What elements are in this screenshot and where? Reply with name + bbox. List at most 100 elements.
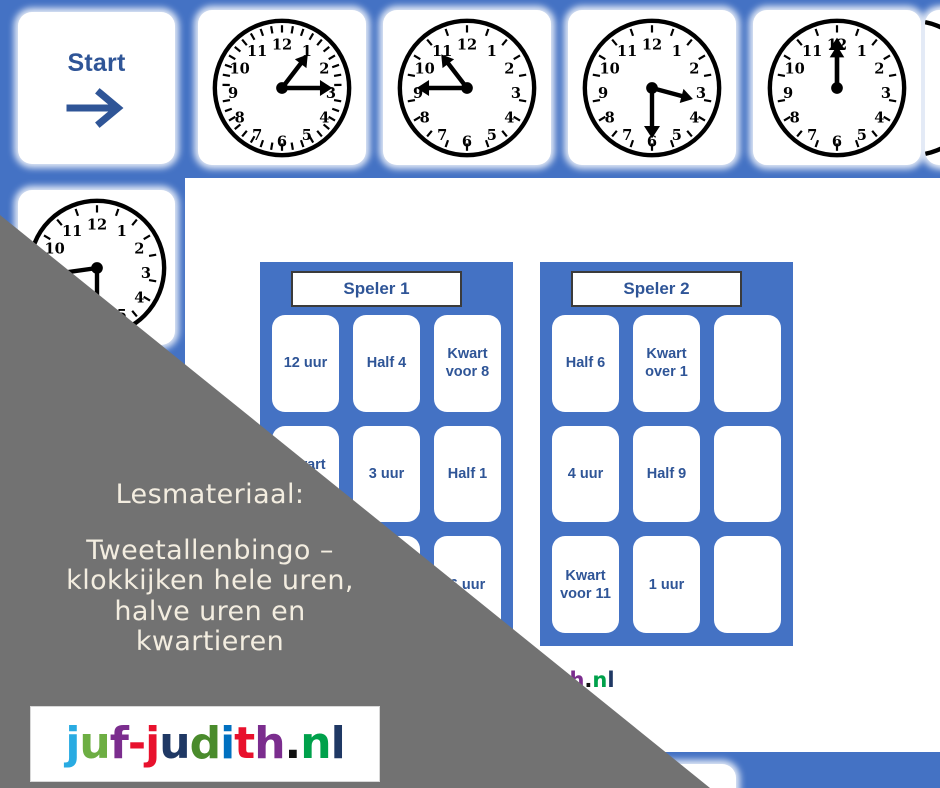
- logo-letter: h: [254, 718, 285, 769]
- bingo-cell[interactable]: Half 4: [353, 315, 420, 412]
- clock-card-1[interactable]: 12 1 2 345 678 9 10 11: [198, 10, 366, 165]
- bingo-cell-label: 1 uur: [648, 576, 685, 593]
- bingo-cell-label: Kwart voor 11: [560, 567, 611, 602]
- svg-text:2: 2: [504, 60, 514, 77]
- bingo-cell[interactable]: Half 9: [633, 425, 700, 523]
- clock-2: 12 1 2 345 678 9 10 11: [383, 10, 551, 165]
- svg-text:2: 2: [689, 60, 699, 77]
- svg-text:5: 5: [672, 126, 682, 143]
- logo-letter: t: [234, 718, 255, 769]
- svg-text:4: 4: [134, 289, 144, 306]
- logo-letter: f: [109, 718, 129, 769]
- logo-letter: j: [65, 718, 80, 769]
- bingo-title-speler-2: Speler 2: [571, 271, 742, 307]
- bingo-cell[interactable]: [714, 425, 781, 523]
- bingo-cell-label: Kwart voor 8: [445, 346, 490, 381]
- svg-text:3: 3: [881, 85, 891, 102]
- logo-letter: d: [189, 718, 221, 769]
- bingo-cell-label: Half 1: [447, 465, 488, 482]
- bingo-cell[interactable]: 12 uur: [272, 315, 339, 412]
- clock-4: 1212 345 678 91011: [753, 10, 921, 165]
- bingo-cell[interactable]: Kwart voor 11: [552, 536, 619, 633]
- svg-text:10: 10: [230, 60, 250, 77]
- svg-text:2: 2: [874, 60, 884, 77]
- logo-letter: j: [145, 718, 160, 769]
- svg-text:12: 12: [642, 36, 662, 53]
- bingo-cell-label: Half 6: [565, 355, 606, 372]
- start-card[interactable]: Start: [18, 12, 175, 164]
- bingo-cell[interactable]: Kwart voor 8: [434, 315, 501, 412]
- svg-text:7: 7: [252, 126, 262, 143]
- svg-text:7: 7: [437, 126, 447, 143]
- bingo-cell[interactable]: Half 6: [552, 315, 619, 412]
- bingo-title-label: Speler 1: [343, 279, 410, 298]
- clock-card-3[interactable]: 12 1 2 345 678 9 10 11: [568, 10, 736, 165]
- svg-text:7: 7: [622, 126, 632, 143]
- svg-text:7: 7: [807, 126, 817, 143]
- clock-face-icon: 1212 345 678 91011: [582, 18, 722, 157]
- logo-letter: n: [300, 718, 331, 769]
- svg-text:4: 4: [319, 109, 329, 126]
- clock-1: 12 1 2 345 678 9 10 11: [198, 10, 366, 165]
- logo-letter: u: [79, 718, 110, 769]
- svg-text:4: 4: [504, 109, 514, 126]
- svg-text:1: 1: [857, 42, 867, 59]
- svg-text:11: 11: [247, 42, 267, 59]
- svg-text:10: 10: [415, 60, 435, 77]
- svg-text:6: 6: [462, 133, 472, 150]
- clock-face-icon: 1212 345 678 91011: [767, 18, 907, 157]
- svg-text:5: 5: [302, 126, 312, 143]
- overlay-subject: Tweetallenbingo – klokkijken hele uren, …: [0, 535, 420, 657]
- clock-card-5-sliver[interactable]: [925, 10, 940, 165]
- bingo-card-speler-2: Speler 2 Half 6 Kwart over 1 4 uur Half 9…: [540, 262, 793, 646]
- svg-text:4: 4: [689, 109, 699, 126]
- overlay-heading: Lesmateriaal:: [115, 479, 305, 510]
- logo-wordmark: juf-judith.nl: [65, 718, 345, 769]
- overlay-subject-line4: kwartieren: [135, 625, 285, 657]
- overlay-subject-line2: klokkijken hele uren,: [66, 565, 354, 597]
- bingo-grid-speler-2: Half 6 Kwart over 1 4 uur Half 9 Kwart voo…: [552, 315, 781, 633]
- overlay-subject-line1: Tweetallenbingo –: [86, 535, 334, 567]
- bingo-cell[interactable]: [714, 536, 781, 633]
- clock-face-icon: [925, 19, 940, 157]
- svg-text:8: 8: [605, 109, 615, 126]
- svg-text:3: 3: [696, 85, 706, 102]
- svg-text:1: 1: [487, 42, 497, 59]
- top-clock-strip: Start 12 1 2 3 4 5 6 7 8 9 10 11 12 1 2 …: [0, 0, 940, 178]
- svg-text:11: 11: [62, 222, 82, 239]
- svg-text:5: 5: [487, 126, 497, 143]
- bingo-cell-label: 12 uur: [283, 355, 328, 372]
- svg-text:3: 3: [511, 85, 521, 102]
- svg-text:10: 10: [785, 60, 805, 77]
- bingo-cell[interactable]: Half 1: [434, 425, 501, 523]
- clock-card-2[interactable]: 12 1 2 345 678 9 10 11: [383, 10, 551, 165]
- logo-letter: .: [284, 718, 302, 769]
- svg-text:5: 5: [857, 126, 867, 143]
- logo-letter: -: [127, 718, 146, 769]
- bingo-cell[interactable]: [714, 315, 781, 412]
- svg-text:8: 8: [790, 109, 800, 126]
- bingo-cell[interactable]: 4 uur: [552, 425, 619, 523]
- bingo-cell[interactable]: Kwart over 1: [633, 315, 700, 412]
- svg-text:9: 9: [228, 85, 238, 102]
- bingo-cell-label: Half 9: [646, 465, 687, 482]
- svg-text:6: 6: [832, 133, 842, 150]
- bingo-title-label: Speler 2: [623, 279, 690, 298]
- clock-face-icon: 1212 345 678 91011: [212, 18, 352, 157]
- logo-letter: u: [159, 718, 190, 769]
- svg-text:12: 12: [272, 36, 292, 53]
- svg-text:2: 2: [134, 240, 144, 257]
- arrow-right-icon: [66, 87, 123, 128]
- svg-text:2: 2: [319, 60, 329, 77]
- svg-text:1: 1: [672, 42, 682, 59]
- overlay-subject-line3: halve uren en: [114, 595, 306, 627]
- svg-text:11: 11: [617, 42, 637, 59]
- bingo-title-speler-1: Speler 1: [291, 271, 462, 307]
- bingo-cell[interactable]: 1 uur: [633, 536, 700, 633]
- svg-text:12: 12: [86, 216, 106, 233]
- overlay-caption: Lesmateriaal: Tweetallenbingo – klokkijk…: [0, 479, 420, 657]
- juf-judith-logo[interactable]: juf-judith.nl: [30, 706, 380, 782]
- clock-card-4[interactable]: 1212 345 678 91011: [753, 10, 921, 165]
- start-label: Start: [67, 48, 126, 77]
- svg-text:3: 3: [140, 265, 150, 282]
